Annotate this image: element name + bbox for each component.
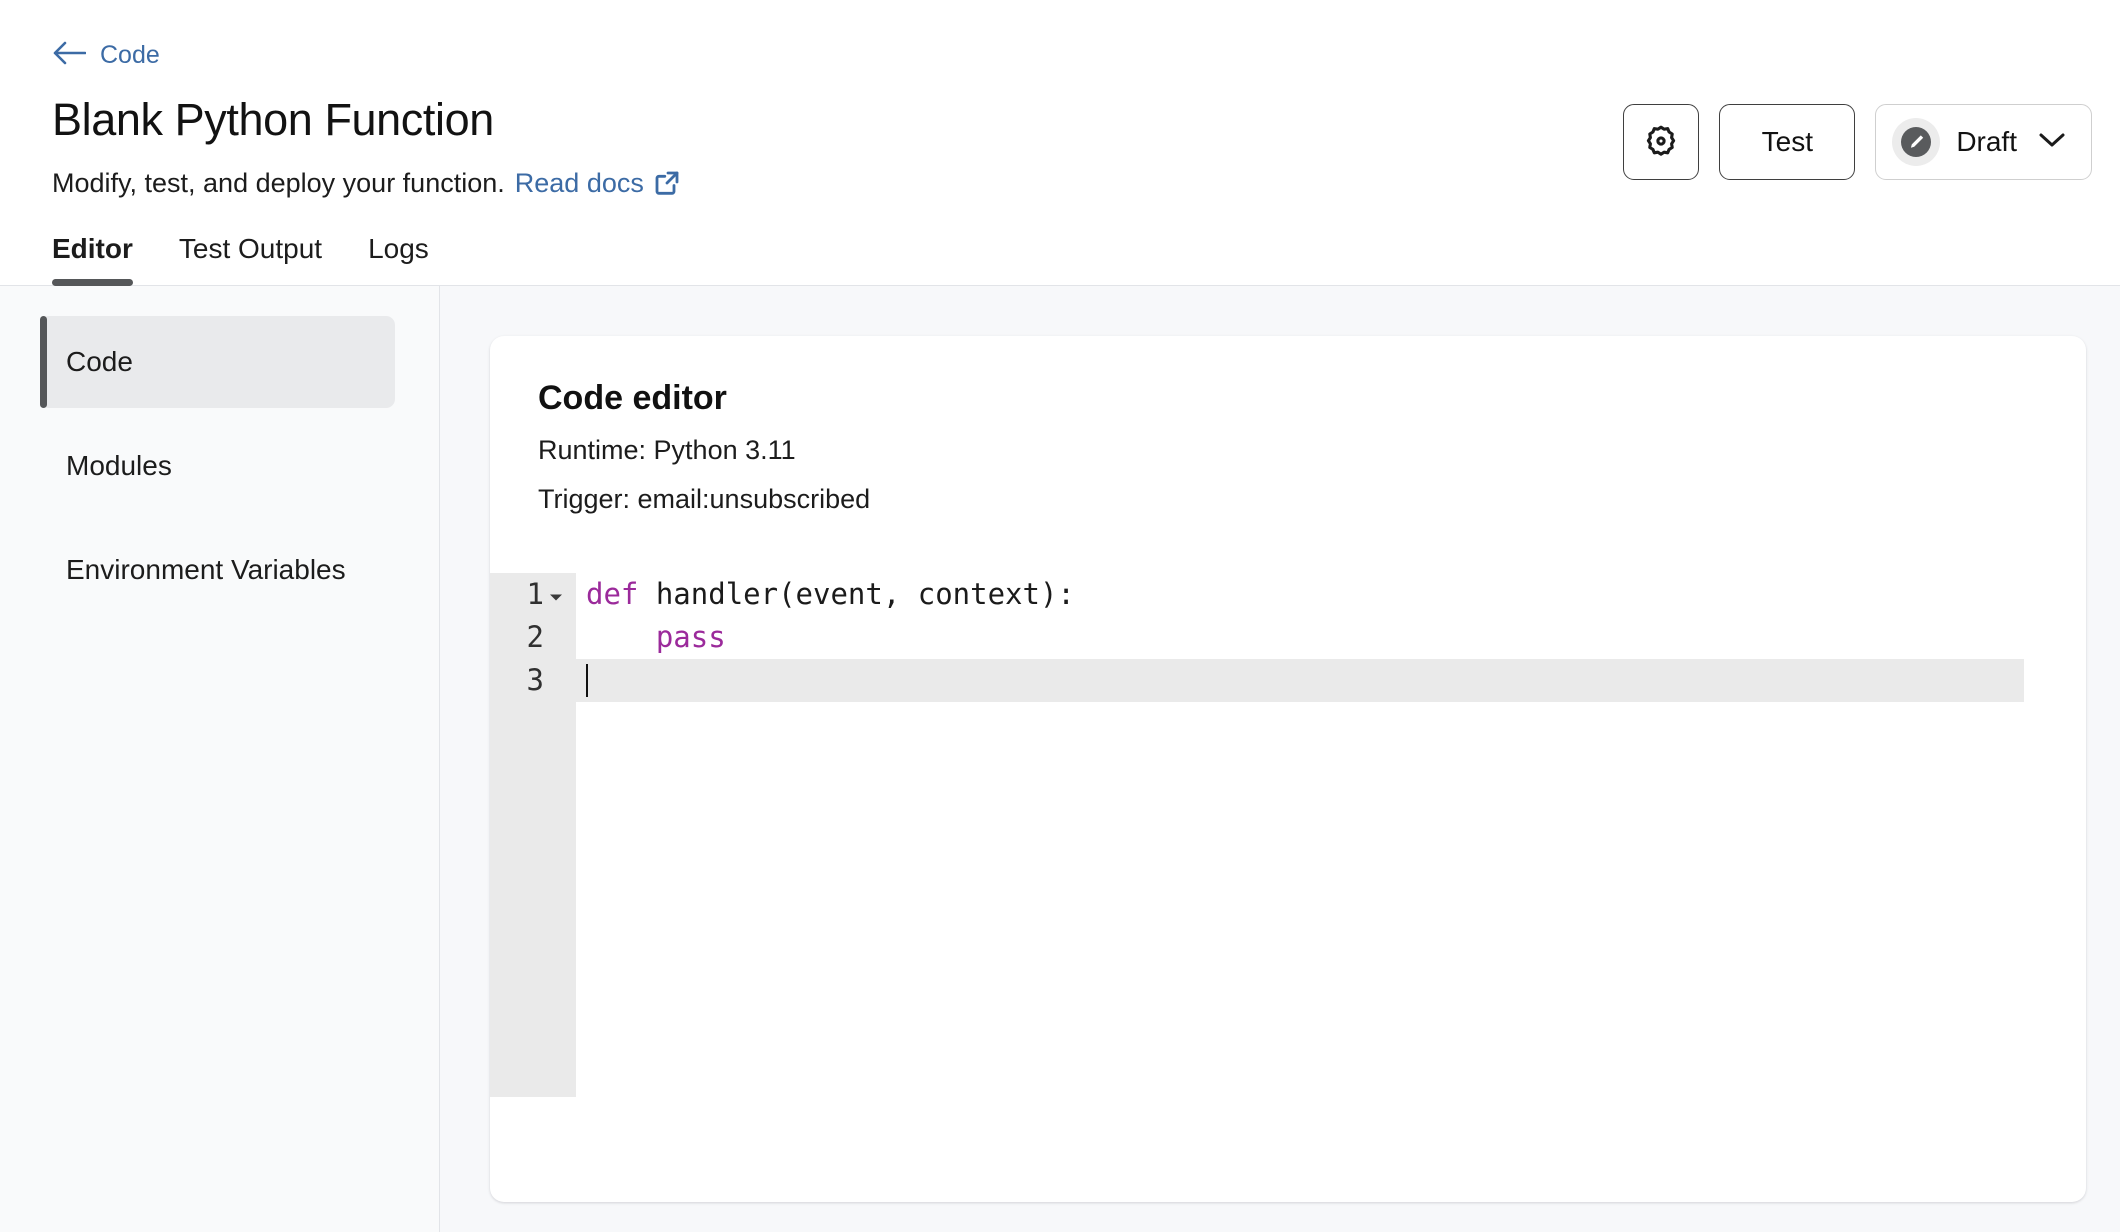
code-line-rest: handler(event, context): [638, 577, 1075, 611]
sidebar-item-label: Modules [66, 450, 172, 482]
line-number-value: 3 [527, 663, 544, 697]
tab-editor[interactable]: Editor [52, 235, 133, 285]
trigger-label: Trigger: email:unsubscribed [538, 482, 2038, 517]
line-number: 3 [490, 659, 566, 702]
card-title: Code editor [538, 378, 2038, 419]
settings-button[interactable] [1623, 104, 1699, 180]
line-number-gutter: 1 2 3 [490, 573, 576, 1097]
gear-icon [1641, 121, 1681, 164]
back-to-code-link[interactable]: Code [52, 40, 160, 71]
status-dropdown[interactable]: Draft [1875, 104, 2092, 180]
sidebar-item-label: Environment Variables [66, 554, 346, 586]
code-editor[interactable]: 1 2 3 def handler(event, [490, 573, 2086, 1097]
code-editor-header: Code editor Runtime: Python 3.11 Trigger… [490, 378, 2086, 517]
subtitle-text: Modify, test, and deploy your function. [52, 167, 505, 199]
main-content: Code editor Runtime: Python 3.11 Trigger… [440, 286, 2120, 1232]
line-number: 1 [490, 573, 566, 616]
line-number-value: 2 [527, 620, 544, 654]
code-keyword-def: def [586, 577, 638, 611]
external-link-icon [654, 170, 680, 203]
sidebar-item-label: Code [66, 346, 133, 378]
code-text-area[interactable]: def handler(event, context): pass [576, 573, 2086, 1097]
status-label: Draft [1956, 126, 2017, 158]
chevron-down-icon [2037, 130, 2067, 155]
text-cursor [586, 664, 588, 697]
line-number-value: 1 [527, 577, 544, 611]
back-link-label: Code [100, 43, 160, 68]
read-docs-label: Read docs [515, 167, 644, 199]
page-header: Code Blank Python Function Modify, test,… [0, 0, 2120, 200]
page-body: Code Modules Environment Variables Code … [0, 286, 2120, 1232]
fold-toggle-icon[interactable] [548, 573, 564, 616]
sidebar-item-environment-variables[interactable]: Environment Variables [40, 524, 395, 616]
function-editor-page: Code Blank Python Function Modify, test,… [0, 0, 2120, 1232]
code-line: def handler(event, context): [586, 573, 2086, 616]
arrow-left-icon [52, 40, 86, 71]
sidebar: Code Modules Environment Variables [0, 286, 440, 1232]
header-actions: Test Draft [1623, 104, 2092, 180]
tab-bar: Editor Test Output Logs [0, 200, 2120, 286]
sidebar-item-code[interactable]: Code [40, 316, 395, 408]
code-line-active [576, 659, 2024, 702]
pencil-circle-icon [1892, 118, 1940, 166]
tab-test-output[interactable]: Test Output [179, 235, 322, 285]
code-line: pass [586, 616, 2086, 659]
test-button[interactable]: Test [1719, 104, 1855, 180]
code-keyword-pass: pass [656, 620, 726, 654]
code-indent [586, 620, 656, 654]
line-number: 2 [490, 616, 566, 659]
runtime-label: Runtime: Python 3.11 [538, 433, 2038, 468]
code-editor-card: Code editor Runtime: Python 3.11 Trigger… [490, 336, 2086, 1202]
tab-logs[interactable]: Logs [368, 235, 429, 285]
read-docs-link[interactable]: Read docs [515, 167, 680, 200]
sidebar-item-modules[interactable]: Modules [40, 420, 395, 512]
